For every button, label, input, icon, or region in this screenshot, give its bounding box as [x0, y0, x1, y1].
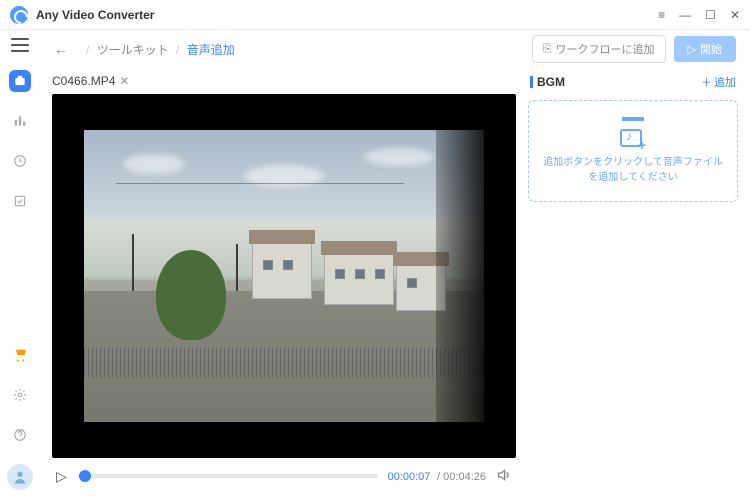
remove-file-button[interactable]: ✕ [119, 74, 129, 88]
topbar: ← / ツールキット / 音声追加 ⎘ ワークフローに追加 ▷ 開始 [40, 30, 750, 68]
bgm-title: BGM [537, 75, 697, 89]
total-time: 00:04:26 [443, 471, 486, 483]
nav-check-icon[interactable] [9, 190, 31, 212]
volume-icon[interactable] [496, 467, 512, 486]
avatar[interactable] [7, 464, 33, 490]
play-icon: ▷ [688, 43, 696, 56]
filename-row: C0466.MP4 ✕ [52, 68, 516, 94]
breadcrumb-current: 音声追加 [187, 43, 235, 57]
playback-controls: ▷ 00:00:07 / 00:04:26 [52, 458, 516, 488]
dropzone-text: 追加ボタンをクリックして音声ファイルを追加してください [539, 155, 727, 185]
filename-label: C0466.MP4 [52, 74, 115, 88]
bgm-panel: BGM ＋ 追加 + 追加ボタンをクリックして音声ファイルを追加してください [528, 68, 738, 488]
sidebar [0, 30, 40, 500]
menu-icon[interactable]: ≡ [658, 8, 665, 22]
audio-add-icon: + [616, 117, 650, 147]
play-button[interactable]: ▷ [56, 468, 67, 485]
time-display: 00:00:07 / 00:04:26 [388, 470, 486, 483]
titlebar: Any Video Converter ≡ — ☐ ✕ [0, 0, 750, 30]
app-logo-icon [10, 6, 28, 24]
workflow-icon: ⎘ [543, 43, 552, 56]
add-bgm-button[interactable]: ＋ 追加 [701, 74, 736, 90]
current-time: 00:00:07 [388, 471, 431, 483]
maximize-button[interactable]: ☐ [705, 8, 716, 22]
close-button[interactable]: ✕ [730, 8, 740, 22]
nav-toolkit-icon[interactable] [9, 70, 31, 92]
start-button[interactable]: ▷ 開始 [674, 36, 736, 62]
video-preview[interactable] [52, 94, 516, 458]
app-title: Any Video Converter [36, 8, 658, 22]
plus-icon: ＋ [701, 74, 712, 90]
minimize-button[interactable]: — [679, 8, 691, 22]
nav-settings-icon[interactable] [9, 384, 31, 406]
back-button[interactable]: ← [54, 41, 68, 57]
nav-clock-icon[interactable] [9, 150, 31, 172]
section-bar-icon [530, 76, 533, 88]
bgm-dropzone[interactable]: + 追加ボタンをクリックして音声ファイルを追加してください [528, 100, 738, 202]
add-workflow-button[interactable]: ⎘ ワークフローに追加 [532, 35, 666, 63]
seek-slider[interactable] [77, 474, 378, 478]
nav-bars-icon[interactable] [9, 110, 31, 132]
breadcrumb: / ツールキット / 音声追加 [82, 41, 524, 58]
breadcrumb-parent[interactable]: ツールキット [97, 43, 169, 57]
hamburger-icon[interactable] [11, 38, 29, 52]
nav-cart-icon[interactable] [9, 344, 31, 366]
video-pane: C0466.MP4 ✕ [52, 68, 516, 488]
nav-help-icon[interactable] [9, 424, 31, 446]
